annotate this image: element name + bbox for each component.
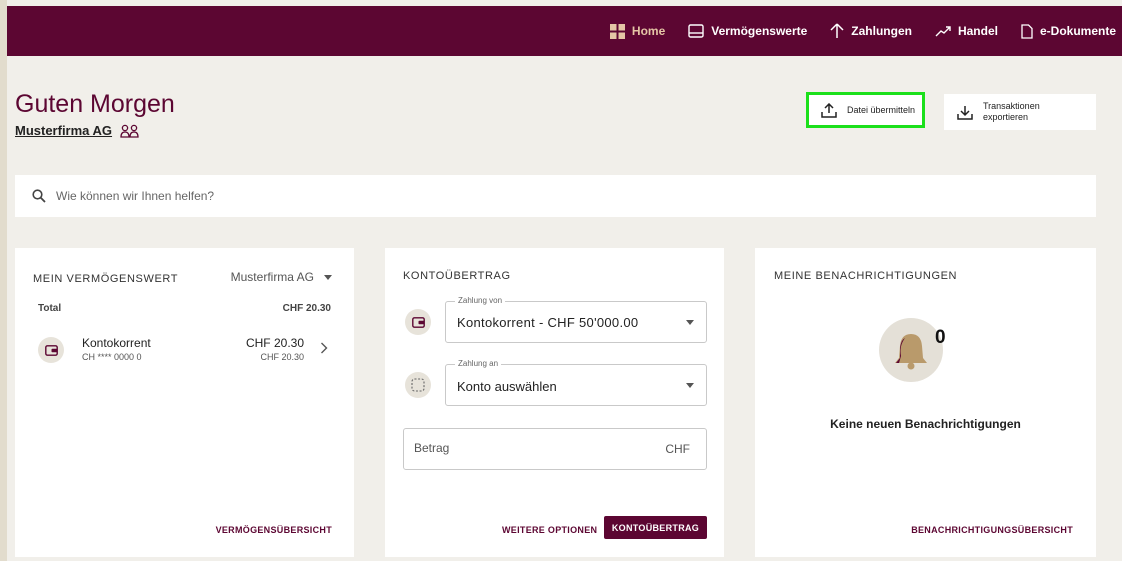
company-link[interactable]: Musterfirma AG <box>15 123 112 138</box>
transfer-submit-button[interactable]: KONTOÜBERTRAG <box>604 516 707 539</box>
account-row[interactable]: Kontokorrent CH **** 0000 0 CHF 20.30 CH… <box>38 334 334 370</box>
nav-item-home[interactable]: Home <box>609 23 666 39</box>
account-amount-secondary: CHF 20.30 <box>260 352 304 362</box>
grid-icon <box>609 23 625 39</box>
transfer-card-title: KONTOÜBERTRAG <box>403 270 511 282</box>
entity-select-value: Musterfirma AG <box>230 270 314 284</box>
account-name: Kontokorrent <box>82 336 151 350</box>
assets-card: MEIN VERMÖGENSWERT Musterfirma AG Total … <box>15 248 354 557</box>
total-label: Total <box>38 303 62 314</box>
notifications-overview-link[interactable]: BENACHRICHTIGUNGSÜBERSICHT <box>911 525 1073 535</box>
more-options-link[interactable]: WEITERE OPTIONEN <box>502 525 597 535</box>
top-navigation-bar: Home Vermögenswerte Zahlungen Handel e-D… <box>7 6 1122 56</box>
currency-label: CHF <box>665 442 690 456</box>
upload-icon <box>821 102 837 118</box>
chevron-right-icon <box>321 342 328 354</box>
amount-input[interactable] <box>414 441 614 455</box>
download-icon <box>957 105 973 120</box>
transfer-card: KONTOÜBERTRAG Zahlung von Kontokorrent -… <box>385 248 724 557</box>
notification-count: 0 <box>935 327 946 348</box>
payment-to-label: Zahlung an <box>455 359 502 368</box>
chevron-down-icon <box>324 274 332 280</box>
wallet-icon <box>688 24 704 38</box>
payment-from-select[interactable]: Zahlung von Kontokorrent - CHF 50'000.00 <box>445 296 707 343</box>
notifications-card: MEINE BENACHRICHTIGUNGEN 0 Keine neuen B… <box>755 248 1096 557</box>
assets-overview-link[interactable]: VERMÖGENSÜBERSICHT <box>216 525 332 535</box>
amount-field[interactable]: CHF <box>403 428 707 470</box>
empty-notifications-text: Keine neuen Benachrichtigungen <box>830 417 1021 431</box>
nav-item-payments[interactable]: Zahlungen <box>830 23 912 39</box>
nav-item-label: Home <box>631 24 666 38</box>
export-transactions-button[interactable]: Transaktionen exportieren <box>944 94 1096 130</box>
nav-item-label: e-Dokumente <box>1039 24 1116 38</box>
nav-item-trading[interactable]: Handel <box>935 24 998 38</box>
chevron-down-icon <box>686 320 694 325</box>
left-edge-strip <box>0 0 7 561</box>
entity-select[interactable]: Musterfirma AG <box>231 270 332 284</box>
nav-item-label: Handel <box>957 24 998 38</box>
nav-item-label: Zahlungen <box>851 24 912 38</box>
export-button-label: Transaktionen exportieren <box>983 101 1040 122</box>
search-icon <box>32 189 46 203</box>
payment-from-label: Zahlung von <box>455 296 506 305</box>
trend-icon <box>935 26 951 37</box>
document-icon <box>1021 23 1033 39</box>
nav-item-edocuments[interactable]: e-Dokumente <box>1021 23 1116 39</box>
greeting-title: Guten Morgen <box>15 90 175 118</box>
nav-item-label: Vermögenswerte <box>711 24 808 38</box>
payment-to-select[interactable]: Zahlung an Konto auswählen <box>445 359 707 406</box>
upload-file-button[interactable]: Datei übermitteln <box>806 92 925 128</box>
search-bar[interactable] <box>15 175 1096 217</box>
upload-button-label: Datei übermitteln <box>847 105 916 115</box>
account-iban: CH **** 0000 0 <box>82 352 142 362</box>
chevron-down-icon <box>686 383 694 388</box>
account-amount: CHF 20.30 <box>245 336 304 350</box>
nav-item-assets[interactable]: Vermögenswerte <box>688 24 807 38</box>
notifications-card-title: MEINE BENACHRICHTIGUNGEN <box>774 270 958 282</box>
total-value: CHF 20.30 <box>282 303 331 314</box>
company-row: Musterfirma AG <box>15 123 140 138</box>
payment-from-value: Kontokorrent - CHF 50'000.00 <box>457 315 639 330</box>
wallet-icon <box>405 309 431 335</box>
bell-icon <box>879 318 943 382</box>
assets-card-title: MEIN VERMÖGENSWERT <box>33 273 179 285</box>
search-input[interactable] <box>56 189 656 203</box>
wallet-icon <box>38 337 64 363</box>
users-icon[interactable] <box>120 124 140 138</box>
payment-to-value: Konto auswählen <box>457 379 557 394</box>
arrow-up-icon <box>830 23 844 38</box>
placeholder-account-icon <box>405 372 431 398</box>
